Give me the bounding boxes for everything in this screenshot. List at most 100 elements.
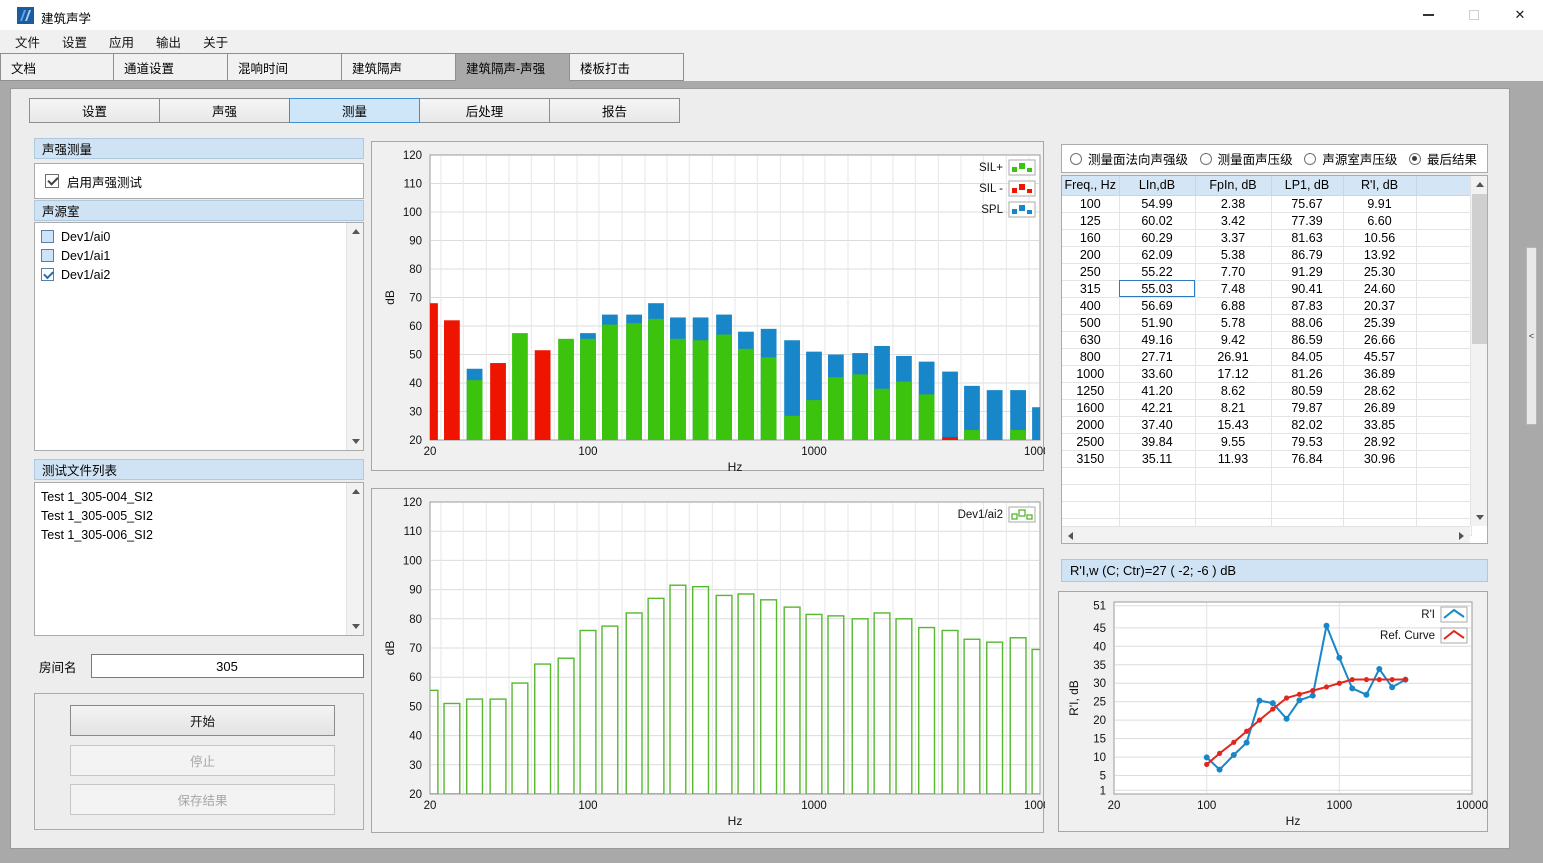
table-cell[interactable]: 500 bbox=[1062, 314, 1119, 331]
device-item-1[interactable]: Dev1/ai1 bbox=[41, 246, 346, 265]
table-row[interactable]: 20062.095.3886.7913.92 bbox=[1062, 246, 1471, 263]
table-cell[interactable]: 160 bbox=[1062, 229, 1119, 246]
sub-tab-3[interactable]: 后处理 bbox=[419, 98, 550, 123]
table-cell[interactable]: 26.66 bbox=[1343, 331, 1416, 348]
table-cell[interactable]: 54.99 bbox=[1119, 195, 1195, 212]
table-cell[interactable]: 36.89 bbox=[1343, 365, 1416, 382]
table-cell[interactable]: 30.96 bbox=[1343, 450, 1416, 467]
table-cell[interactable]: 86.59 bbox=[1271, 331, 1343, 348]
table-cell[interactable]: 91.29 bbox=[1271, 263, 1343, 280]
table-cell[interactable]: 250 bbox=[1062, 263, 1119, 280]
table-row[interactable]: 16060.293.3781.6310.56 bbox=[1062, 229, 1471, 246]
table-cell[interactable] bbox=[1416, 348, 1471, 365]
file-list-scrollbar[interactable] bbox=[346, 483, 363, 635]
table-cell[interactable]: 60.29 bbox=[1119, 229, 1195, 246]
table-row[interactable]: 25055.227.7091.2925.30 bbox=[1062, 263, 1471, 280]
table-cell[interactable]: 1000 bbox=[1062, 365, 1119, 382]
doc-tab-1[interactable]: 通道设置 bbox=[114, 53, 228, 81]
table-cell[interactable]: 28.92 bbox=[1343, 433, 1416, 450]
table-vertical-scrollbar[interactable] bbox=[1470, 176, 1487, 526]
scroll-down-icon[interactable] bbox=[1471, 509, 1488, 526]
table-cell[interactable]: 1250 bbox=[1062, 382, 1119, 399]
table-cell[interactable]: 84.05 bbox=[1271, 348, 1343, 365]
table-cell[interactable]: 9.42 bbox=[1195, 331, 1271, 348]
radio-icon[interactable] bbox=[1070, 153, 1082, 165]
sub-tab-0[interactable]: 设置 bbox=[29, 98, 160, 123]
menu-item-2[interactable]: 应用 bbox=[98, 29, 145, 54]
sub-tab-4[interactable]: 报告 bbox=[549, 98, 680, 123]
radio-icon[interactable] bbox=[1200, 153, 1212, 165]
table-cell[interactable]: 7.48 bbox=[1195, 280, 1271, 297]
table-cell[interactable]: 25.39 bbox=[1343, 314, 1416, 331]
table-cell[interactable]: 26.89 bbox=[1343, 399, 1416, 416]
table-cell[interactable] bbox=[1416, 246, 1471, 263]
table-row[interactable]: 12560.023.4277.396.60 bbox=[1062, 212, 1471, 229]
table-cell[interactable]: 25.30 bbox=[1343, 263, 1416, 280]
table-cell[interactable]: 20.37 bbox=[1343, 297, 1416, 314]
device-checkbox[interactable] bbox=[41, 249, 54, 262]
table-cell[interactable] bbox=[1416, 297, 1471, 314]
maximize-button[interactable] bbox=[1451, 0, 1497, 30]
table-cell[interactable]: 55.22 bbox=[1119, 263, 1195, 280]
table-cell[interactable]: 5.38 bbox=[1195, 246, 1271, 263]
table-cell[interactable]: 49.16 bbox=[1119, 331, 1195, 348]
table-cell[interactable]: 28.62 bbox=[1343, 382, 1416, 399]
collapse-panel-handle[interactable]: < bbox=[1526, 247, 1537, 425]
table-cell[interactable] bbox=[1416, 229, 1471, 246]
table-cell[interactable]: 75.67 bbox=[1271, 195, 1343, 212]
test-file-item-2[interactable]: Test 1_305-006_SI2 bbox=[41, 525, 346, 544]
table-row[interactable]: 31555.037.4890.4124.60 bbox=[1062, 280, 1471, 297]
radio-option-0[interactable]: 测量面法向声强级 bbox=[1070, 149, 1188, 168]
room-name-input[interactable] bbox=[91, 654, 364, 678]
radio-option-3[interactable]: 最后结果 bbox=[1409, 149, 1477, 168]
table-row[interactable]: 250039.849.5579.5328.92 bbox=[1062, 433, 1471, 450]
table-cell[interactable] bbox=[1416, 450, 1471, 467]
device-item-0[interactable]: Dev1/ai0 bbox=[41, 227, 346, 246]
scroll-up-icon[interactable] bbox=[347, 223, 364, 240]
table-cell[interactable]: 87.83 bbox=[1271, 297, 1343, 314]
table-row[interactable]: 63049.169.4286.5926.66 bbox=[1062, 331, 1471, 348]
table-cell[interactable]: 45.57 bbox=[1343, 348, 1416, 365]
doc-tab-5[interactable]: 楼板打击 bbox=[570, 53, 684, 81]
radio-option-2[interactable]: 声源室声压级 bbox=[1304, 149, 1397, 168]
radio-option-1[interactable]: 测量面声压级 bbox=[1200, 149, 1293, 168]
table-cell[interactable]: 56.69 bbox=[1119, 297, 1195, 314]
table-cell[interactable]: 79.87 bbox=[1271, 399, 1343, 416]
table-cell[interactable]: 26.91 bbox=[1195, 348, 1271, 365]
menu-item-0[interactable]: 文件 bbox=[4, 29, 51, 54]
table-cell[interactable]: 200 bbox=[1062, 246, 1119, 263]
table-cell[interactable]: 17.12 bbox=[1195, 365, 1271, 382]
device-checkbox[interactable] bbox=[41, 230, 54, 243]
table-cell[interactable]: 2.38 bbox=[1195, 195, 1271, 212]
device-item-2[interactable]: Dev1/ai2 bbox=[41, 265, 346, 284]
table-cell[interactable]: 33.60 bbox=[1119, 365, 1195, 382]
radio-icon[interactable] bbox=[1409, 153, 1421, 165]
table-row[interactable]: 50051.905.7888.0625.39 bbox=[1062, 314, 1471, 331]
table-cell[interactable]: 100 bbox=[1062, 195, 1119, 212]
table-cell[interactable]: 3.42 bbox=[1195, 212, 1271, 229]
table-cell[interactable]: 86.79 bbox=[1271, 246, 1343, 263]
table-cell[interactable]: 9.55 bbox=[1195, 433, 1271, 450]
table-cell[interactable]: 125 bbox=[1062, 212, 1119, 229]
table-cell[interactable]: 79.53 bbox=[1271, 433, 1343, 450]
table-row[interactable]: 80027.7126.9184.0545.57 bbox=[1062, 348, 1471, 365]
table-cell[interactable]: 90.41 bbox=[1271, 280, 1343, 297]
table-row[interactable]: 10054.992.3875.679.91 bbox=[1062, 195, 1471, 212]
table-row[interactable]: 125041.208.6280.5928.62 bbox=[1062, 382, 1471, 399]
table-cell[interactable] bbox=[1416, 212, 1471, 229]
table-cell[interactable]: 33.85 bbox=[1343, 416, 1416, 433]
table-cell[interactable]: 42.21 bbox=[1119, 399, 1195, 416]
table-cell[interactable]: 9.91 bbox=[1343, 195, 1416, 212]
table-cell[interactable]: 400 bbox=[1062, 297, 1119, 314]
table-cell[interactable]: 77.39 bbox=[1271, 212, 1343, 229]
scroll-right-icon[interactable] bbox=[1453, 527, 1470, 544]
table-cell[interactable] bbox=[1416, 365, 1471, 382]
table-cell[interactable]: 27.71 bbox=[1119, 348, 1195, 365]
scroll-left-icon[interactable] bbox=[1062, 527, 1079, 544]
table-cell[interactable] bbox=[1416, 280, 1471, 297]
table-cell[interactable]: 6.88 bbox=[1195, 297, 1271, 314]
radio-icon[interactable] bbox=[1304, 153, 1316, 165]
table-cell[interactable] bbox=[1416, 331, 1471, 348]
table-cell[interactable]: 81.26 bbox=[1271, 365, 1343, 382]
table-cell[interactable]: 1600 bbox=[1062, 399, 1119, 416]
